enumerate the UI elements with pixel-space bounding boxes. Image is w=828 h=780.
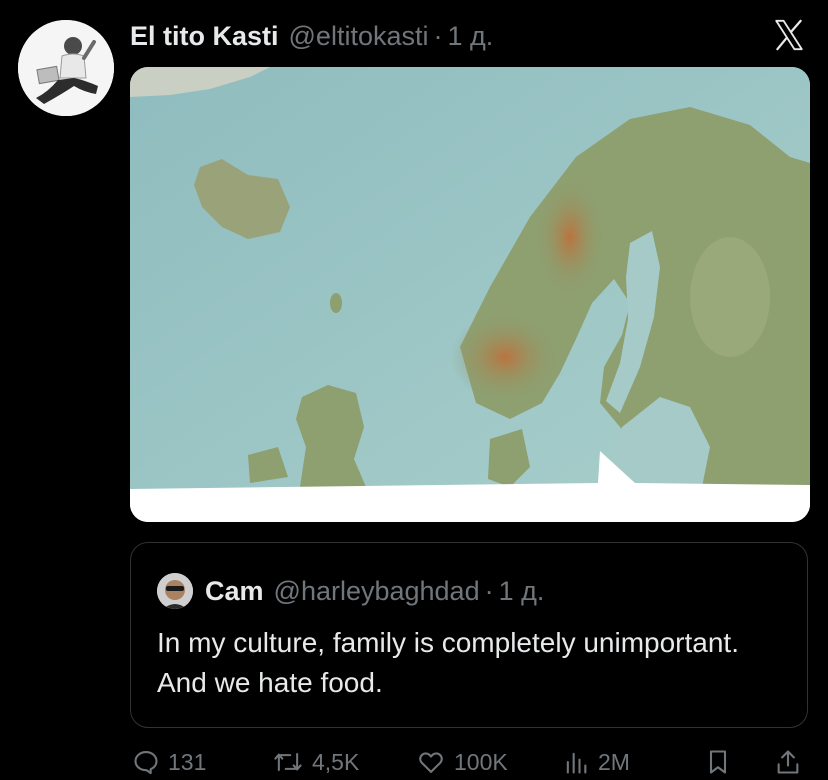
reply-button[interactable]: 131: [132, 744, 206, 780]
like-count: 100K: [454, 748, 508, 775]
share-icon: [777, 750, 799, 774]
repost-count: 4,5K: [312, 748, 360, 775]
quoted-tweet-header: Cam @harleybaghdad · 1 д.: [157, 573, 544, 609]
like-button[interactable]: 100K: [416, 744, 508, 780]
author-avatar-image: [18, 20, 114, 116]
quoted-avatar-image: [157, 573, 193, 609]
x-logo-icon[interactable]: [772, 18, 806, 52]
bookmark-button[interactable]: [704, 744, 740, 780]
bookmark-icon: [709, 750, 727, 774]
reply-icon: [134, 751, 158, 775]
author-display-name[interactable]: El tito Kasti: [130, 21, 279, 52]
views-button[interactable]: 2M: [562, 744, 630, 780]
tweet-media-image[interactable]: [130, 67, 810, 522]
relief-map-image: [130, 67, 810, 522]
repost-button[interactable]: 4,5K: [272, 744, 359, 780]
quoted-tweet-timestamp[interactable]: 1 д.: [499, 576, 545, 607]
quoted-author-display-name[interactable]: Cam: [205, 576, 264, 607]
tweet-timestamp[interactable]: 1 д.: [447, 21, 493, 52]
views-icon: [566, 752, 587, 774]
repost-icon: [274, 752, 302, 772]
quoted-separator-dot: ·: [484, 575, 494, 606]
separator-dot: ·: [433, 20, 443, 51]
like-icon: [419, 752, 443, 773]
author-avatar[interactable]: [18, 20, 114, 116]
quoted-author-handle[interactable]: @harleybaghdad: [274, 576, 480, 607]
author-handle[interactable]: @eltitokasti: [289, 21, 429, 52]
reply-count: 131: [168, 748, 207, 775]
quoted-tweet-text: In my culture, family is completely unim…: [157, 627, 739, 698]
quoted-author-avatar[interactable]: [157, 573, 193, 609]
tweet-action-bar: 131 4,5K 100K 2M: [130, 744, 808, 780]
views-count: 2M: [598, 748, 630, 775]
quoted-tweet-card[interactable]: Cam @harleybaghdad · 1 д. In my culture,…: [130, 542, 808, 728]
tweet-header: El tito Kasti @eltitokasti · 1 д.: [130, 16, 493, 56]
share-button[interactable]: [774, 744, 810, 780]
